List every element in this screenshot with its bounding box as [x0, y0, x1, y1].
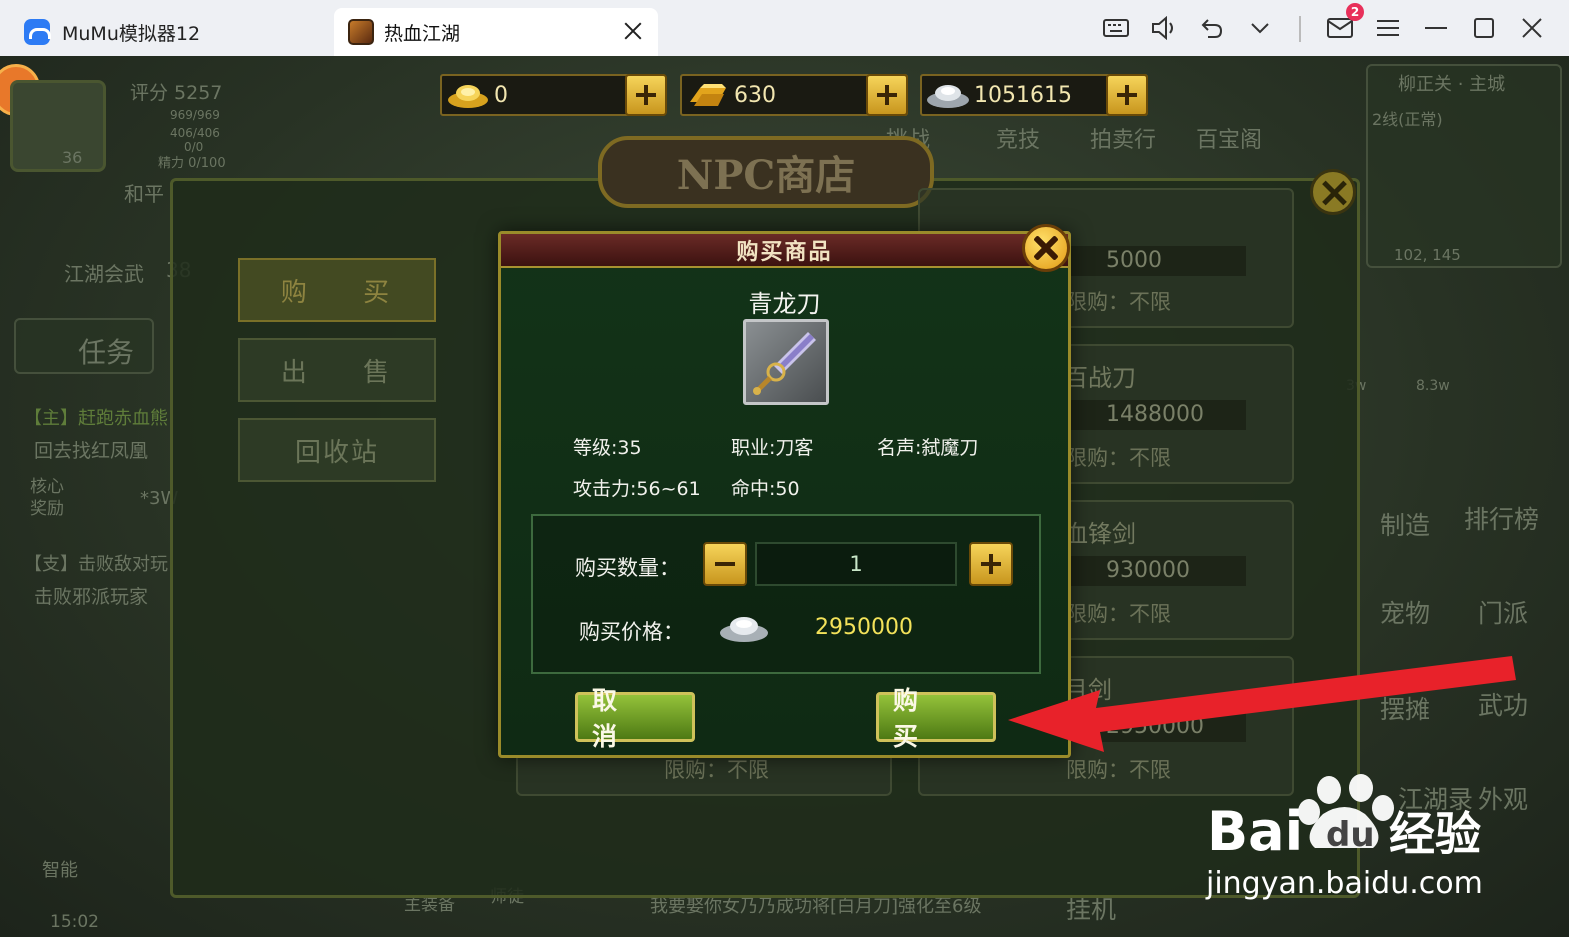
add-gold-button[interactable] [625, 74, 667, 116]
menu-icon[interactable] [1374, 14, 1402, 42]
yuanbao-amount: 630 [734, 82, 776, 108]
player-hp: 969/969 [170, 108, 220, 122]
red-arrow-annotation [1008, 656, 1516, 752]
dialog-title: 购买商品 [501, 234, 1068, 268]
item-attack: 攻击力:56~61 [573, 478, 701, 500]
watermark-brand-du: du [1326, 815, 1375, 855]
shop-item-limit: 限购：不限 [1066, 602, 1171, 626]
buy-button[interactable]: 购 买 [876, 686, 996, 751]
item-fame: 名声:弑魔刀 [877, 437, 979, 459]
player-mp: 406/406 [170, 126, 220, 140]
dialog-close-icon[interactable] [1022, 224, 1070, 272]
shop-item-name: 百战刀 [1064, 364, 1136, 392]
shop-close-icon[interactable] [1310, 169, 1356, 215]
smart-button[interactable]: 智能 [42, 856, 78, 882]
quantity-input[interactable]: 1 [755, 542, 957, 586]
menu-craft[interactable]: 制造 [1380, 506, 1430, 542]
toolbar-divider [1299, 16, 1301, 42]
maximize-icon[interactable] [1470, 14, 1498, 42]
shop-item-name: 血锋剑 [1064, 520, 1136, 548]
price-label: 购买价格： [579, 620, 684, 644]
add-silver-button[interactable] [1106, 74, 1148, 116]
top-menu-arena[interactable]: 竞技 [996, 122, 1040, 154]
emulator-app-title: MuMu模拟器12 [62, 22, 201, 45]
item-job: 职业:刀客 [731, 437, 814, 459]
buy-item-dialog: 购买商品 青龙刀 等级:35 职业:刀客 名声:弑魔刀 攻击力:56~61 命中… [498, 224, 1071, 758]
tab-sell[interactable]: 出 售 [238, 338, 436, 402]
purchase-box: 购买数量： 1 购买价格： 2950000 [531, 514, 1041, 674]
decrease-quantity-button[interactable] [703, 542, 747, 586]
mail-badge: 2 [1346, 3, 1364, 21]
player-score: 评分 5257 [130, 82, 223, 104]
pk-mode[interactable]: 和平 [124, 178, 164, 207]
player-level: 36 [62, 148, 83, 167]
right-amount-2: 8.3w [1416, 378, 1450, 394]
quest1-desc[interactable]: 回去找红凤凰 [34, 436, 148, 463]
game-tab[interactable]: 热血江湖 [334, 8, 658, 56]
martial-event[interactable]: 江湖会武 [64, 258, 144, 287]
menu-ranking[interactable]: 排行榜 [1464, 500, 1539, 536]
player-avatar[interactable] [10, 80, 106, 172]
shop-item-price: 1488000 [1066, 400, 1246, 430]
quest1-reward-label: 核心奖励 [30, 477, 64, 519]
emulator-app-tab[interactable]: MuMu模拟器12 [14, 8, 334, 56]
silver-amount: 1051615 [974, 82, 1072, 108]
clock-time: 15:02 [50, 912, 99, 932]
game-tab-title: 热血江湖 [384, 22, 461, 45]
watermark-url: jingyan.baidu.com [1206, 866, 1483, 901]
keyboard-icon[interactable] [1102, 14, 1130, 42]
map-title: 柳正关 · 主城 [1398, 74, 1506, 95]
price-value: 2950000 [815, 615, 913, 640]
map-coords: 102, 145 [1394, 246, 1461, 264]
sword-icon [743, 319, 829, 405]
quest2-title[interactable]: 【支】击败敌对玩 [24, 550, 168, 576]
tab-recycle[interactable]: 回收站 [238, 418, 436, 482]
shop-title: NPC商店 [598, 136, 934, 208]
volume-icon[interactable] [1150, 14, 1178, 42]
mumu-logo-icon [24, 19, 51, 45]
gold-amount: 0 [494, 82, 508, 108]
gold-bar-icon [690, 84, 726, 106]
map-line[interactable]: 2线(正常) [1372, 106, 1443, 130]
close-tab-icon[interactable] [622, 20, 644, 42]
top-menu-auction[interactable]: 拍卖行 [1090, 122, 1156, 154]
shop-item-limit: 限购：不限 [1066, 290, 1171, 314]
task-tab-label: 任务 [78, 336, 135, 369]
item-name: 青龙刀 [748, 290, 821, 318]
close-window-icon[interactable] [1518, 14, 1546, 42]
silver-ingot-icon [927, 85, 969, 108]
chevron-down-icon[interactable] [1246, 14, 1274, 42]
shop-item-limit: 限购：不限 [1066, 446, 1171, 470]
quest2-desc[interactable]: 击败邪派玩家 [34, 582, 148, 609]
quantity-label: 购买数量： [575, 556, 680, 580]
item-level: 等级:35 [573, 437, 642, 459]
increase-quantity-button[interactable] [969, 542, 1013, 586]
emulator-titlebar: MuMu模拟器12 热血江湖 2 [0, 0, 1569, 56]
menu-sect[interactable]: 门派 [1478, 594, 1528, 630]
menu-pet[interactable]: 宠物 [1380, 594, 1430, 630]
tab-buy[interactable]: 购 买 [238, 258, 436, 322]
shop-item-price: 5000 [1066, 246, 1246, 276]
add-yuanbao-button[interactable] [866, 74, 908, 116]
top-menu-treasure[interactable]: 百宝阁 [1196, 122, 1262, 154]
back-icon[interactable] [1198, 14, 1226, 42]
watermark-brand: Bai [1207, 800, 1303, 863]
shop-item-limit: 限购：不限 [664, 758, 769, 782]
shop-item-price: 930000 [1066, 556, 1246, 586]
quest1-title[interactable]: 【主】赶跑赤血熊 [24, 404, 168, 430]
cancel-button[interactable]: 取 消 [575, 686, 695, 751]
minimize-icon[interactable] [1422, 14, 1450, 42]
watermark-cn: 经验 [1389, 807, 1481, 861]
item-hit: 命中:50 [731, 478, 800, 500]
silver-ingot-icon [720, 617, 768, 642]
gold-ingot-icon [448, 85, 488, 108]
game-app-icon [348, 19, 374, 45]
player-stamina: 精力 0/100 [158, 156, 226, 171]
